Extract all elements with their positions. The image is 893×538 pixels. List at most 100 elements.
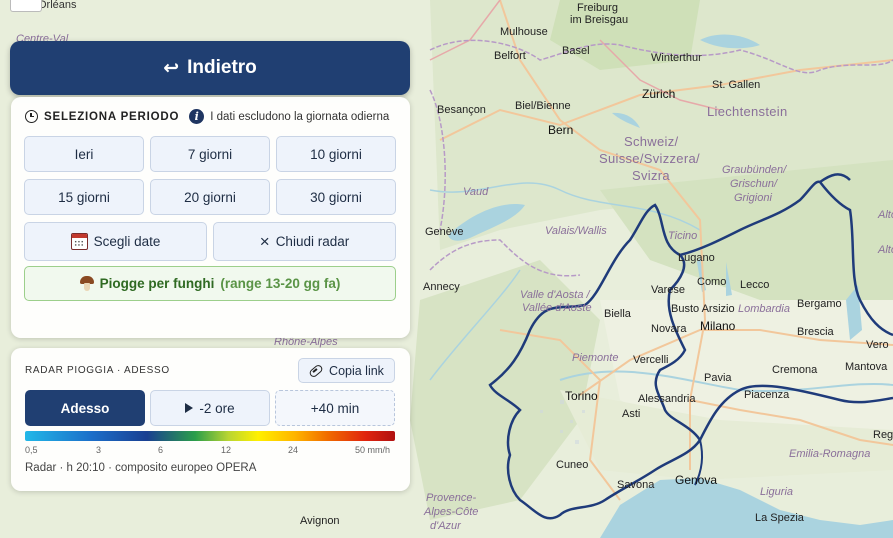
map-label-biella: Biella <box>604 308 631 320</box>
period-button-7-giorni[interactable]: 7 giorni <box>150 136 270 172</box>
map-label-belfort: Belfort <box>494 50 526 62</box>
map-label-bergamo: Bergamo <box>797 298 842 310</box>
link-icon <box>308 362 324 379</box>
scale-label-24: 24 <box>288 445 299 455</box>
rain-intensity-scale <box>25 431 395 441</box>
map-label-svizra: Svizra <box>632 168 670 183</box>
radar-title: RADAR PIOGGIA · ADESSO <box>25 365 170 376</box>
map-label-mantova: Mantova <box>845 361 888 373</box>
map-label-valle-aosta-1: Valle d'Aosta / <box>520 289 590 301</box>
map-label-st-gallen: St. Gallen <box>712 79 761 91</box>
map-label-asti: Asti <box>622 408 641 420</box>
map-label-torino: Torino <box>565 389 598 403</box>
map-label-orleans: Orléans <box>38 0 77 11</box>
scale-label-3: 3 <box>96 445 102 455</box>
map-label-liguria: Liguria <box>760 486 794 498</box>
copy-link-label: Copia link <box>329 363 384 378</box>
map-label-basel: Basel <box>562 45 590 57</box>
map-label-besancon: Besançon <box>437 104 486 116</box>
scale-label-50: 50 mm/h <box>355 445 391 455</box>
period-button-10-giorni[interactable]: 10 giorni <box>276 136 396 172</box>
period-button-30-giorni[interactable]: 30 giorni <box>276 179 396 215</box>
period-header: SELEZIONA PERIODO i I dati escludono la … <box>25 109 405 124</box>
map-label-grischun: Grischun/ <box>730 178 778 190</box>
map-label-verona: Vero <box>866 339 889 351</box>
copy-link-button[interactable]: Copia link <box>298 358 395 383</box>
map-label-cremona: Cremona <box>772 364 818 376</box>
choose-dates-label: Scegli date <box>93 234 161 249</box>
scale-label-6: 6 <box>158 445 164 455</box>
close-radar-button[interactable]: × Chiudi radar <box>213 222 396 261</box>
period-title: SELEZIONA PERIODO <box>44 110 180 123</box>
radar-minus-2h-label: -2 ore <box>199 400 235 416</box>
map-label-brescia: Brescia <box>797 326 834 338</box>
map-label-mulhouse: Mulhouse <box>500 26 548 38</box>
choose-dates-button[interactable]: Scegli date <box>24 222 207 261</box>
period-panel: SELEZIONA PERIODO i I dati escludono la … <box>11 97 410 338</box>
map-label-alto-2: Alto <box>878 244 893 256</box>
map-label-genova: Genova <box>675 473 718 487</box>
mushroom-rain-button[interactable]: Piogge per funghi (range 13-20 gg fa) <box>24 266 396 301</box>
map-label-provence-1: Provence- <box>426 492 477 504</box>
map-label-como: Como <box>697 276 727 288</box>
map-label-cuneo: Cuneo <box>556 459 589 471</box>
map-label-varese: Varese <box>651 284 686 296</box>
back-arrow-icon: ↩ <box>163 57 180 79</box>
map-label-reggio: Reggio <box>873 429 893 441</box>
radar-minus-2h-button[interactable]: -2 ore <box>150 390 270 426</box>
map-label-provence-3: d'Azur <box>430 520 461 532</box>
play-icon <box>185 403 194 413</box>
map-label-pavia: Pavia <box>704 372 732 384</box>
back-button-label: Indietro <box>187 57 257 78</box>
mushroom-range: (range 13-20 gg fa) <box>220 276 341 291</box>
mushroom-label: Piogge per funghi <box>99 276 215 291</box>
close-radar-label: Chiudi radar <box>275 234 350 249</box>
map-label-freiburg: Freiburg <box>577 2 618 14</box>
map-label-grigioni: Grigioni <box>734 192 772 204</box>
map-label-novara: Novara <box>651 323 687 335</box>
map-label-zurich: Zürich <box>642 87 676 101</box>
map-label-vaud: Vaud <box>463 186 489 198</box>
map-label-piemonte: Piemonte <box>572 352 619 364</box>
map-label-alessandria: Alessandria <box>638 393 696 405</box>
map-label-alto-1: Alto <box>878 209 893 221</box>
map-label-avignon: Avignon <box>300 515 340 527</box>
map-label-lecco: Lecco <box>740 279 770 291</box>
period-button-ieri[interactable]: Ieri <box>24 136 144 172</box>
map-label-valais: Valais/Wallis <box>545 225 607 237</box>
map-label-savona: Savona <box>617 479 655 491</box>
map-label-graubunden: Graubünden/ <box>722 164 787 176</box>
map-label-bern: Bern <box>548 123 574 137</box>
map-label-busto: Busto Arsizio <box>671 303 735 315</box>
scale-label-12: 12 <box>221 445 232 455</box>
scale-label-0-5: 0,5 <box>25 445 38 455</box>
map-label-rhone-alpes: Rhône-Alpes <box>274 336 338 348</box>
close-icon: × <box>259 232 270 251</box>
radar-footer: Radar · h 20:10 · composito europeo OPER… <box>25 462 257 474</box>
map-label-im-breisgau: im Breisgau <box>570 14 629 26</box>
radar-panel: RADAR PIOGGIA · ADESSO Copia link Adesso… <box>11 348 410 491</box>
map-label-annecy: Annecy <box>423 281 460 293</box>
map-label-valle-aosta-2: Vallée d'Aoste <box>522 302 592 314</box>
map-label-lombardia: Lombardia <box>738 303 790 315</box>
period-note: I dati escludono la giornata odierna <box>210 110 390 123</box>
map-label-lugano: Lugano <box>678 252 715 264</box>
radar-now-button[interactable]: Adesso <box>25 390 145 426</box>
map-label-piacenza: Piacenza <box>744 389 790 401</box>
map-label-provence-2: Alpes-Côte <box>424 506 479 518</box>
map-label-vercelli: Vercelli <box>633 354 669 366</box>
period-button-15-giorni[interactable]: 15 giorni <box>24 179 144 215</box>
back-button[interactable]: ↩ Indietro <box>10 41 410 95</box>
map-label-suisse: Suisse/Svizzera/ <box>599 151 700 166</box>
clock-icon <box>25 110 38 123</box>
map-control-stub[interactable] <box>10 0 42 12</box>
map-label-ticino: Ticino <box>668 230 698 242</box>
period-button-20-giorni[interactable]: 20 giorni <box>150 179 270 215</box>
map-label-schweiz: Schweiz/ <box>624 134 679 149</box>
radar-plus-40min-button[interactable]: +40 min <box>275 390 395 426</box>
map-label-emilia-romagna: Emilia-Romagna <box>789 448 871 460</box>
map-label-biel: Biel/Bienne <box>515 100 571 112</box>
map-label-liechtenstein: Liechtenstein <box>707 104 788 119</box>
map-label-la-spezia: La Spezia <box>755 512 804 524</box>
info-icon[interactable]: i <box>189 109 205 124</box>
